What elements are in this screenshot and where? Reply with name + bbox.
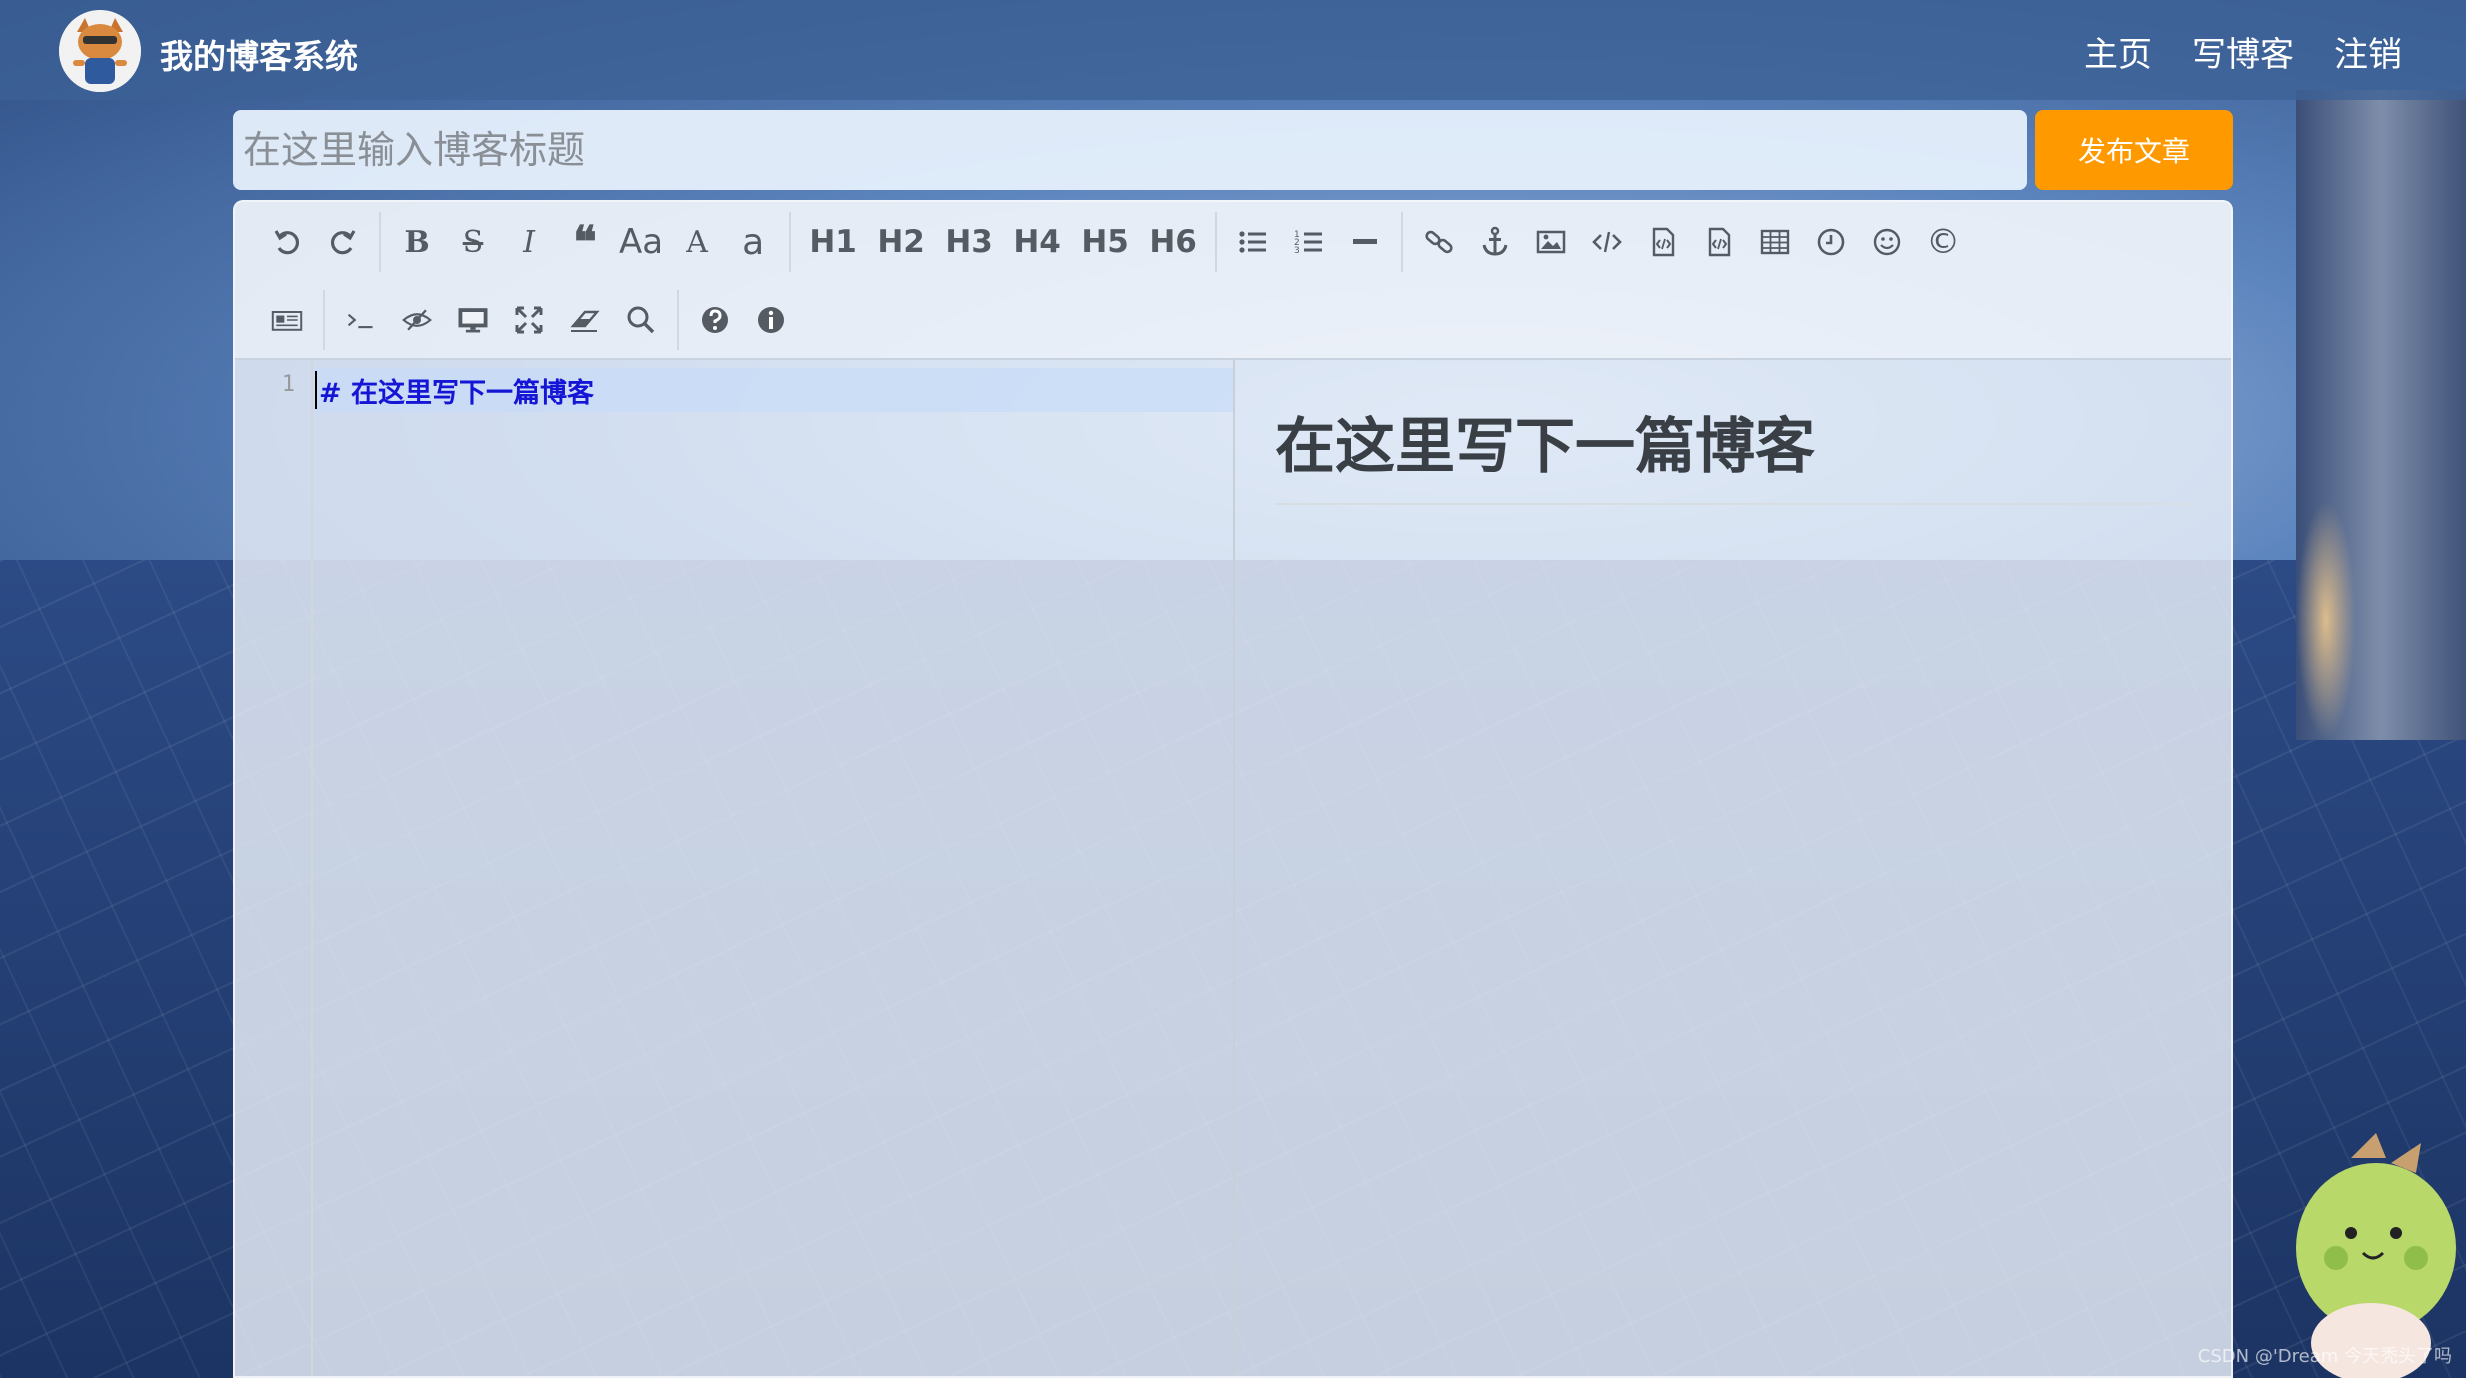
h4-button[interactable]: H4 (1003, 218, 1071, 266)
code-block-icon[interactable] (1635, 218, 1691, 266)
editor-toolbar: B S I ❝ Aa A a H1 H2 H3 H4 H5 H6 123 © (235, 202, 2231, 360)
watermark-text: CSDN @'Dream 今天秃头了吗 (2197, 1346, 2452, 1367)
avatar-image (59, 10, 141, 92)
h1-button[interactable]: H1 (799, 218, 867, 266)
clear-eraser-icon[interactable] (557, 296, 613, 344)
ordered-list-icon[interactable]: 123 (1281, 218, 1337, 266)
quote-icon[interactable]: ❝ (557, 217, 613, 268)
line-number-gutter: 1 (235, 360, 313, 1376)
avatar[interactable] (59, 10, 141, 92)
uppercase-icon[interactable]: Aa (613, 218, 669, 266)
markdown-code-pane[interactable]: 1 # 在这里写下一篇博客 (235, 360, 1235, 1376)
blog-title-input[interactable] (233, 110, 2027, 190)
line-number: 1 (281, 372, 295, 397)
preview-monitor-icon[interactable] (445, 296, 501, 344)
text-cursor (315, 371, 317, 409)
toolbar-divider (1401, 212, 1404, 272)
nav-links: 主页 写博客 注销 (2084, 27, 2402, 76)
fullscreen-icon[interactable] (501, 296, 557, 344)
emoji-icon[interactable] (1859, 218, 1915, 266)
help-icon[interactable] (687, 296, 743, 344)
lowercase-icon[interactable]: a (725, 218, 781, 266)
horizontal-rule-icon[interactable] (1337, 218, 1393, 266)
toolbar-row-2 (259, 290, 799, 350)
mascot-image (2296, 1133, 2456, 1378)
preview-heading: 在这里写下一篇博客 (1275, 398, 2195, 505)
nav-write-blog[interactable]: 写博客 (2192, 27, 2294, 76)
brand-title: 我的博客系统 (160, 37, 358, 76)
publish-button[interactable]: 发布文章 (2035, 110, 2233, 190)
link-icon[interactable] (1411, 218, 1467, 266)
code-line-active[interactable]: # 在这里写下一篇博客 (315, 368, 1233, 412)
toolbar-divider (323, 290, 325, 350)
toolbar-divider (677, 290, 679, 350)
svg-text:3: 3 (1294, 246, 1300, 256)
h5-button[interactable]: H5 (1071, 218, 1139, 266)
code-inline-icon[interactable] (1579, 218, 1635, 266)
datetime-icon[interactable] (1803, 218, 1859, 266)
toolbar-row-1: B S I ❝ Aa A a H1 H2 H3 H4 H5 H6 123 © (259, 212, 1971, 272)
toolbar-divider (1215, 212, 1218, 272)
code-line-text[interactable]: # 在这里写下一篇博客 (319, 371, 594, 410)
html-entities-icon[interactable]: © (1915, 218, 1971, 266)
navbar: 我的博客系统 主页 写博客 注销 (0, 0, 2466, 100)
goto-line-icon[interactable] (333, 296, 389, 344)
anchor-icon[interactable] (1467, 218, 1523, 266)
unordered-list-icon[interactable] (1225, 218, 1281, 266)
image-icon[interactable] (1523, 218, 1579, 266)
toolbar-divider (789, 212, 792, 272)
info-icon[interactable] (743, 296, 799, 344)
h3-button[interactable]: H3 (935, 218, 1003, 266)
search-icon[interactable] (613, 296, 669, 344)
toolbar-divider (379, 212, 381, 272)
nav-home[interactable]: 主页 (2084, 27, 2152, 76)
nav-logout[interactable]: 注销 (2334, 27, 2402, 76)
preformatted-text-icon[interactable] (1691, 218, 1747, 266)
undo-icon[interactable] (259, 218, 315, 266)
ucfirst-icon[interactable]: A (669, 218, 725, 266)
redo-icon[interactable] (315, 218, 371, 266)
markdown-preview-pane: 在这里写下一篇博客 (1237, 360, 2231, 1376)
h2-button[interactable]: H2 (867, 218, 935, 266)
pagebreak-icon[interactable] (259, 296, 315, 344)
strikethrough-icon[interactable]: S (445, 218, 501, 266)
bold-icon[interactable]: B (389, 218, 445, 266)
h6-button[interactable]: H6 (1139, 218, 1207, 266)
table-icon[interactable] (1747, 218, 1803, 266)
italic-icon[interactable]: I (501, 218, 557, 266)
markdown-editor: B S I ❝ Aa A a H1 H2 H3 H4 H5 H6 123 © 1… (233, 200, 2233, 1378)
watch-toggle-icon[interactable] (389, 296, 445, 344)
background-light (2296, 500, 2356, 740)
